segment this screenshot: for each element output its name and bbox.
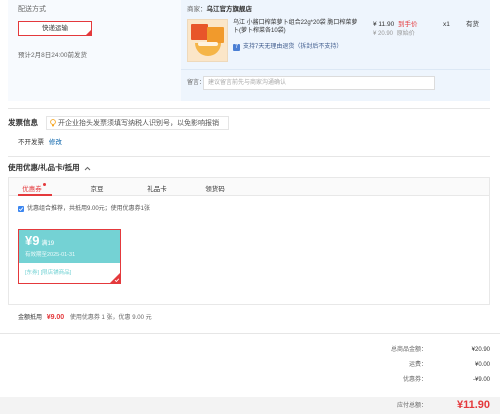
- tab-label: 领货码: [205, 186, 225, 193]
- product-divider: [181, 69, 490, 70]
- coupon-condition: 满19: [41, 241, 55, 247]
- payable-label: 应付总额：: [396, 403, 427, 409]
- applied-amount: ¥9.00: [46, 314, 65, 321]
- recommend-text: 优惠组合推荐，共抵用9.00元；使用优惠券1张: [27, 206, 151, 212]
- coupon-amount-row: ¥9 满19: [25, 234, 54, 247]
- delivery-label: 配送方式: [18, 6, 46, 13]
- delivery-option-express[interactable]: 快递运输: [18, 21, 92, 36]
- lightbulb-icon: [50, 119, 56, 127]
- delivery-estimate: 预计2月8日24:00前发货: [18, 52, 87, 59]
- section-divider: [8, 108, 490, 109]
- tab-label: 京豆: [90, 186, 104, 193]
- discount-title: 使用优惠/礼品卡/抵用: [8, 163, 80, 172]
- product-package-left: [191, 24, 208, 40]
- product-original-tag: 原始价: [396, 31, 415, 37]
- active-tab-underline: [18, 194, 52, 196]
- total-goods-value: ¥20.90: [471, 347, 490, 353]
- invoice-edit-link[interactable]: 修改: [49, 139, 62, 146]
- product-price: ¥ 11.90: [373, 21, 395, 28]
- chevron-up-icon: [84, 166, 91, 171]
- invoice-value: 不开发票: [18, 139, 44, 146]
- tab-pickup-code[interactable]: 领货码: [190, 183, 240, 193]
- discount-toggle[interactable]: 使用优惠/礼品卡/抵用: [8, 163, 91, 173]
- payable-amount: ¥11.90: [456, 399, 490, 411]
- coupon-tags: [东券] [限店铺商品]: [25, 270, 72, 276]
- coupon-discount-value: -¥9.00: [472, 377, 490, 383]
- shop-name[interactable]: 乌江官方旗舰店: [207, 6, 253, 13]
- product-price-row: ¥ 11.90 到手价: [373, 21, 418, 28]
- coupon-validity: 有效期至2025-01-31: [25, 252, 76, 258]
- shop-row: 商家：乌江官方旗舰店: [187, 6, 252, 13]
- tab-badge-dot: [42, 183, 46, 186]
- message-input[interactable]: [203, 76, 435, 90]
- invoice-row: 不开发票 修改: [18, 139, 62, 146]
- product-stock: 有货: [466, 21, 479, 28]
- invoice-tip-box: 开企业抬头发票须填写纳税人识别号，以免影响报销: [46, 116, 229, 130]
- tab-label: 优惠券: [22, 186, 42, 193]
- discount-panel: 优惠券 京豆 礼品卡 领货码 优惠组合推荐，共抵用9.00元；使用优惠券1张 ¥…: [8, 177, 490, 305]
- coupon-discount-label: 优惠券：: [402, 377, 427, 383]
- invoice-tip-text: 开企业抬头发票须填写纳税人识别号，以免影响报销: [58, 120, 219, 127]
- shop-panel: 商家：乌江官方旗舰店 乌江 小酱口榨菜萝卜组合22g*20袋 脆口榨菜萝卜(萝卜…: [181, 0, 490, 101]
- delivery-option-label: 快递运输: [42, 25, 68, 32]
- section-divider: [8, 156, 490, 157]
- return-7day-icon: 7: [233, 44, 240, 51]
- coupon-amount: ¥9: [25, 233, 40, 248]
- shipping-fee-label: 运费：: [408, 362, 427, 368]
- applied-detail: 使用优惠券 1 张，优惠 9.00 元: [69, 315, 152, 321]
- checkout-page: 配送方式 快递运输 预计2月8日24:00前发货 商家：乌江官方旗舰店 乌江 小…: [0, 0, 500, 414]
- delivery-panel: 配送方式 快递运输 预计2月8日24:00前发货: [8, 0, 181, 101]
- return-policy: 支持7天无理由退货（拆封后不支持）: [243, 44, 343, 50]
- product-price-tag: 到手价: [398, 21, 418, 28]
- coupon-card[interactable]: ¥9 满19 有效期至2025-01-31 [东券] [限店铺商品]: [18, 229, 121, 284]
- invoice-title: 发票信息: [8, 118, 38, 127]
- product-image[interactable]: [187, 19, 228, 62]
- payable-bar: 应付总额： ¥11.90: [0, 397, 500, 414]
- applied-label: 金额抵用: [18, 315, 43, 321]
- product-original-price: ¥ 20.90: [373, 31, 394, 37]
- product-original-price-row: ¥ 20.90 原始价: [373, 31, 415, 38]
- tab-label: 礼品卡: [147, 186, 167, 193]
- shipping-fee-value: ¥0.00: [474, 362, 490, 368]
- total-goods-label: 总商品金额：: [390, 347, 427, 353]
- product-bowl-rim: [198, 42, 218, 46]
- product-package-right: [207, 27, 224, 43]
- tab-gift-card[interactable]: 礼品卡: [132, 183, 182, 193]
- section-divider: [0, 333, 500, 334]
- selected-corner-icon: [86, 30, 91, 35]
- product-quantity: x1: [443, 21, 450, 28]
- selected-check-icon: [110, 273, 120, 283]
- product-title[interactable]: 乌江 小酱口榨菜萝卜组合22g*20袋 脆口榨菜萝卜(萝卜榨菜各10袋): [233, 19, 359, 35]
- applied-discount-row: 金额抵用 ¥9.00 使用优惠券 1 张，优惠 9.00 元: [18, 314, 152, 322]
- shop-label: 商家：: [187, 6, 207, 13]
- checkbox-checked-icon[interactable]: [18, 206, 24, 212]
- tab-jingdou[interactable]: 京豆: [72, 183, 122, 193]
- tab-coupons[interactable]: 优惠券: [9, 183, 59, 193]
